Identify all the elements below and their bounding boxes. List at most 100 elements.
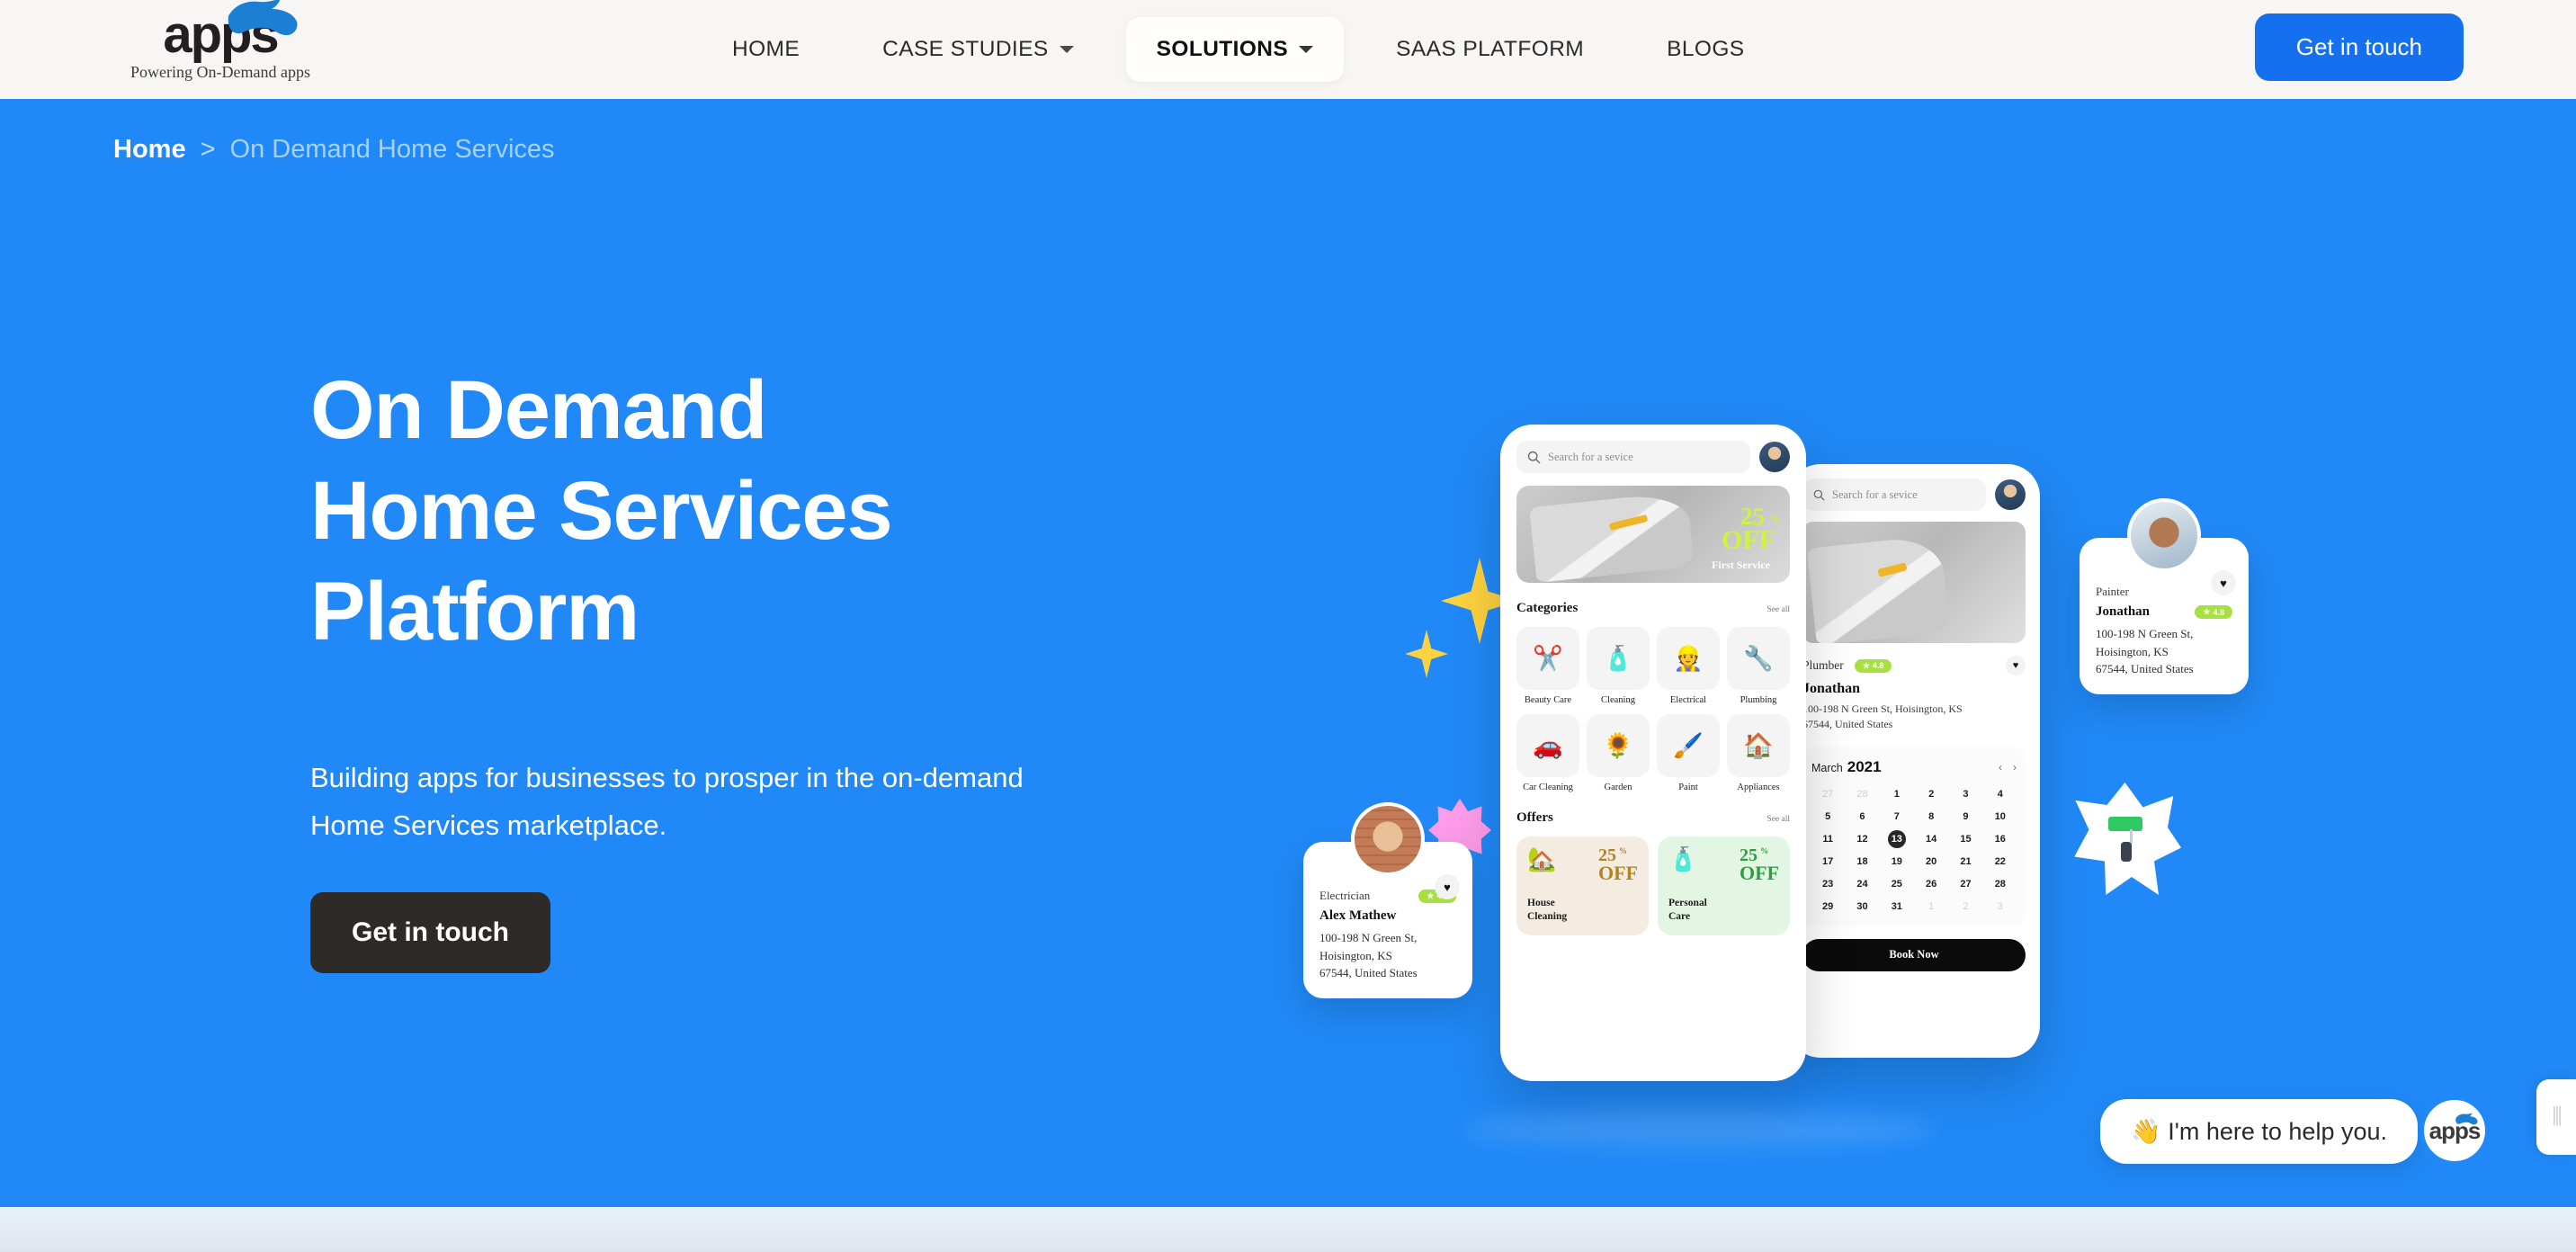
rating-value: 4.8 bbox=[2213, 607, 2224, 617]
calendar-day[interactable]: 18 bbox=[1846, 853, 1878, 871]
chat-greeting-bubble[interactable]: 👋 I'm here to help you. bbox=[2100, 1099, 2418, 1164]
hero-subtitle-line-1: Building apps for businesses to prosper … bbox=[310, 762, 1024, 793]
calendar-day[interactable]: 21 bbox=[1949, 853, 1981, 871]
category-item[interactable]: 🌻 Garden bbox=[1587, 714, 1650, 792]
calendar-day[interactable]: 20 bbox=[1915, 853, 1947, 871]
category-icon: 🏠 bbox=[1727, 714, 1790, 777]
hero-subtitle: Building apps for businesses to prosper … bbox=[310, 754, 1024, 850]
category-item[interactable]: 🚗 Car Cleaning bbox=[1516, 714, 1579, 792]
promo-banner[interactable]: 25 % OFF First Service bbox=[1516, 486, 1790, 583]
phone-back-avatar[interactable] bbox=[1995, 479, 2026, 510]
calendar-day[interactable]: 26 bbox=[1915, 875, 1947, 893]
category-item[interactable]: 👷 Electrical bbox=[1657, 627, 1720, 705]
calendar-day[interactable]: 24 bbox=[1846, 875, 1878, 893]
calendar-day: 2 bbox=[1963, 900, 1969, 912]
site-logo[interactable]: apps Powering On-Demand apps bbox=[117, 0, 324, 82]
calendar-day[interactable]: 31 bbox=[1881, 898, 1913, 916]
book-now-button[interactable]: Book Now bbox=[1802, 938, 2026, 971]
provider-address: 100-198 N Green St, Hoisington, KS 67544… bbox=[1319, 929, 1456, 982]
nav-label: SAAS PLATFORM bbox=[1396, 37, 1585, 61]
calendar-day[interactable]: 7 bbox=[1881, 808, 1913, 826]
calendar-day-selected[interactable]: 13 bbox=[1887, 829, 1906, 848]
offer-card[interactable]: 🏡 25% OFF House Cleaning bbox=[1516, 836, 1649, 935]
offer-discount: 25% OFF bbox=[1598, 846, 1638, 884]
nav-label: CASE STUDIES bbox=[882, 37, 1049, 61]
calendar-day[interactable]: 23 bbox=[1811, 875, 1844, 893]
category-item[interactable]: 🧴 Cleaning bbox=[1587, 627, 1650, 705]
calendar-day[interactable]: 15 bbox=[1949, 830, 1981, 848]
calendar-day[interactable]: 29 bbox=[1811, 898, 1844, 916]
calendar-day[interactable]: 4 bbox=[1984, 785, 2017, 803]
offer-off-label: OFF bbox=[1740, 861, 1779, 884]
chat-launcher-button[interactable]: apps bbox=[2419, 1096, 2490, 1166]
chat-side-tab[interactable]: ⫼ bbox=[2536, 1079, 2576, 1155]
breadcrumb-current: On Demand Home Services bbox=[229, 135, 555, 164]
category-label: Plumbing bbox=[1740, 695, 1777, 705]
hero-title-line-1: On Demand bbox=[310, 364, 767, 456]
category-label: Garden bbox=[1604, 782, 1632, 792]
offers-see-all-link[interactable]: See all bbox=[1767, 815, 1790, 824]
category-item[interactable]: ✂️ Beauty Care bbox=[1516, 627, 1579, 705]
calendar-day[interactable]: 5 bbox=[1811, 808, 1844, 826]
calendar-day[interactable]: 1 bbox=[1881, 785, 1913, 803]
category-item[interactable]: 🔧 Plumbing bbox=[1727, 627, 1790, 705]
calendar-day[interactable]: 6 bbox=[1846, 808, 1878, 826]
header-get-in-touch-button[interactable]: Get in touch bbox=[2254, 13, 2464, 81]
calendar-nav: ‹ › bbox=[1999, 761, 2017, 774]
calendar-day[interactable]: 10 bbox=[1984, 808, 2017, 826]
offer-top: 🏡 25% OFF bbox=[1527, 846, 1638, 884]
provider-address-line-1: 100-198 N Green St, bbox=[2096, 627, 2194, 640]
offer-card[interactable]: 🧴 25% OFF Personal Care bbox=[1658, 836, 1790, 935]
offer-off-label: OFF bbox=[1598, 861, 1638, 884]
category-item[interactable]: 🏠 Appliances bbox=[1727, 714, 1790, 792]
favorite-heart-icon[interactable]: ♥ bbox=[1435, 874, 1460, 899]
chevron-down-icon bbox=[1059, 46, 1074, 53]
offer-discount: 25% OFF bbox=[1740, 846, 1779, 884]
phone-back-search-input[interactable]: Search for a sevice bbox=[1802, 478, 1986, 511]
category-item[interactable]: 🖌️ Paint bbox=[1657, 714, 1720, 792]
calendar-prev-icon[interactable]: ‹ bbox=[1999, 761, 2002, 774]
calendar-day[interactable]: 25 bbox=[1881, 875, 1913, 893]
provider-card-painter[interactable]: ♥ Painter Jonathan ★ 4.8 100-198 N Green… bbox=[2080, 498, 2249, 694]
provider-address-line-3: 67544, United States bbox=[2096, 662, 2194, 675]
provider-name-row: Alex Mathew bbox=[1319, 908, 1456, 924]
nav-item-home[interactable]: HOME bbox=[702, 17, 830, 82]
category-label: Car Cleaning bbox=[1523, 782, 1573, 792]
categories-see-all-link[interactable]: See all bbox=[1767, 605, 1790, 614]
calendar-day[interactable]: 3 bbox=[1949, 785, 1981, 803]
calendar-day[interactable]: 8 bbox=[1915, 808, 1947, 826]
nav-item-solutions[interactable]: SOLUTIONS bbox=[1125, 17, 1345, 82]
provider-name: Jonathan bbox=[2096, 604, 2151, 619]
calendar-day[interactable]: 2 bbox=[1915, 785, 1947, 803]
calendar-day[interactable]: 17 bbox=[1811, 853, 1844, 871]
nav-item-saas-platform[interactable]: SAAS PLATFORM bbox=[1365, 17, 1614, 82]
paint-roller-stem bbox=[2130, 829, 2133, 844]
calendar-day[interactable]: 28 bbox=[1984, 875, 2017, 893]
calendar-day[interactable]: 16 bbox=[1984, 830, 2017, 848]
nav-item-case-studies[interactable]: CASE STUDIES bbox=[852, 17, 1105, 82]
calendar-day[interactable]: 11 bbox=[1811, 830, 1844, 848]
provider-role: Plumber bbox=[1802, 658, 1844, 672]
hero-get-in-touch-button[interactable]: Get in touch bbox=[310, 892, 550, 973]
breadcrumb-home-link[interactable]: Home bbox=[113, 135, 186, 165]
provider-address-line-1: 100-198 N Green St, bbox=[1319, 931, 1418, 944]
favorite-heart-icon[interactable]: ♥ bbox=[2211, 570, 2236, 595]
calendar-next-icon[interactable]: › bbox=[2013, 761, 2017, 774]
categories-title: Categories bbox=[1516, 601, 1579, 615]
offer-icon: 🧴 bbox=[1668, 845, 1698, 872]
favorite-heart-icon[interactable]: ♥ bbox=[2006, 656, 2026, 675]
calendar-day[interactable]: 22 bbox=[1984, 853, 2017, 871]
calendar-day[interactable]: 19 bbox=[1881, 853, 1913, 871]
user-avatar[interactable] bbox=[1759, 442, 1790, 472]
search-input[interactable]: Search for a sevice bbox=[1516, 441, 1750, 473]
provider-card-electrician[interactable]: ♥ Electrician ★ 4.8 Alex Mathew 100-198 … bbox=[1303, 802, 1472, 998]
calendar-day[interactable]: 27 bbox=[1949, 875, 1981, 893]
calendar-day[interactable]: 14 bbox=[1915, 830, 1947, 848]
rhino-logo-icon bbox=[228, 0, 298, 36]
calendar-day[interactable]: 12 bbox=[1846, 830, 1878, 848]
calendar-day[interactable]: 30 bbox=[1846, 898, 1878, 916]
calendar-day[interactable]: 9 bbox=[1949, 808, 1981, 826]
category-label: Paint bbox=[1678, 782, 1698, 792]
nav-item-blogs[interactable]: BLOGS bbox=[1636, 17, 1775, 82]
categories-grid: ✂️ Beauty Care 🧴 Cleaning 👷 Electrical 🔧 Plumbi… bbox=[1516, 627, 1790, 792]
